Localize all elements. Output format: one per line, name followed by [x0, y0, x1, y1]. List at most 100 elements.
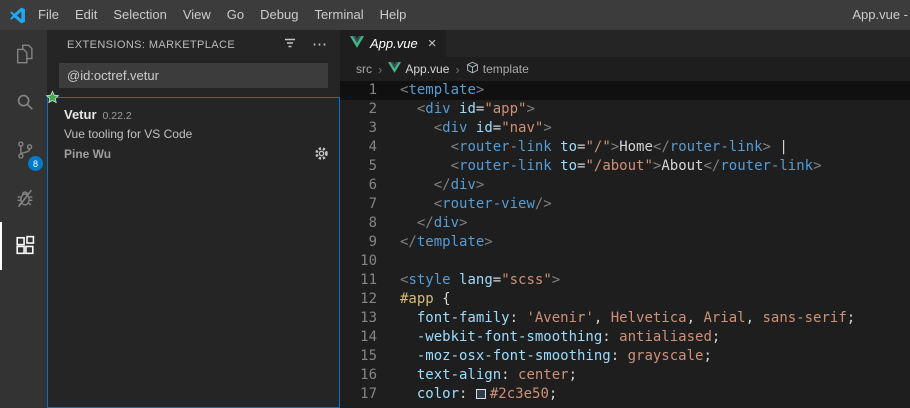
extension-item-vetur[interactable]: Vetur 0.22.2 Vue tooling for VS Code Pin… — [45, 90, 339, 170]
vscode-logo-icon — [9, 7, 26, 24]
template-symbol-icon — [466, 61, 479, 77]
line-content: <div id="nav"> — [433, 120, 552, 136]
line-number: 14 — [360, 329, 377, 345]
code-line[interactable]: 16 text-align: center; — [340, 366, 910, 385]
activity-extensions-icon[interactable] — [0, 222, 47, 270]
breadcrumb-separator: › — [378, 61, 383, 77]
clear-filter-icon[interactable] — [283, 36, 297, 55]
code-line[interactable]: 7 <router-view/> — [340, 195, 910, 214]
line-content: </div> — [416, 215, 468, 231]
line-content: #app { — [400, 291, 451, 307]
line-content: </template> — [400, 234, 493, 250]
line-number: 13 — [360, 310, 377, 326]
recommended-star-icon — [45, 90, 60, 110]
menu-bar-items: File Edit Selection View Go Debug Terminal Help — [30, 0, 414, 30]
extension-name: Vetur — [64, 107, 97, 122]
window-title: App.vue - — [852, 7, 908, 22]
line-content: <router-link to="/">Home</router-link> | — [450, 139, 788, 155]
line-content: <div id="app"> — [416, 101, 535, 117]
activity-source-control-icon[interactable]: 8 — [0, 126, 47, 174]
tab-close-icon[interactable]: × — [428, 36, 437, 51]
line-number: 5 — [368, 158, 377, 174]
extension-manage-gear-icon[interactable] — [314, 146, 329, 161]
line-content: -moz-osx-font-smoothing: grayscale; — [416, 348, 712, 364]
activity-search-icon[interactable] — [0, 78, 47, 126]
breadcrumb-folder[interactable]: src — [356, 62, 372, 76]
line-content: <router-link to="/about">About</router-l… — [450, 158, 822, 174]
activity-bar: 8 — [0, 30, 47, 408]
line-number: 15 — [360, 348, 377, 364]
extension-description: Vue tooling for VS Code — [64, 127, 193, 141]
line-number: 6 — [368, 177, 377, 193]
tab-app-vue[interactable]: App.vue × — [340, 30, 447, 57]
line-content: </div> — [433, 177, 485, 193]
line-number: 10 — [360, 253, 377, 269]
code-line[interactable]: 15 -moz-osx-font-smoothing: grayscale; — [340, 347, 910, 366]
line-number: 12 — [360, 291, 377, 307]
extensions-search-input[interactable] — [59, 63, 328, 88]
breadcrumb-symbol[interactable]: template — [466, 61, 529, 77]
title-bar: File Edit Selection View Go Debug Terminal Help… — [0, 0, 910, 30]
line-content: -webkit-font-smoothing: antialiased; — [416, 329, 721, 345]
line-content: color: #2c3e50; — [416, 386, 558, 402]
code-line[interactable]: 12 #app { — [340, 290, 910, 309]
line-number: 1 — [368, 82, 377, 98]
code-line[interactable]: 6 </div> — [340, 176, 910, 195]
code-line[interactable]: 1 <template> — [340, 81, 910, 100]
line-number: 4 — [368, 139, 377, 155]
sidebar-title: EXTENSIONS: MARKETPLACE — [67, 39, 236, 51]
line-number: 2 — [368, 101, 377, 117]
line-number: 16 — [360, 367, 377, 383]
line-number: 11 — [360, 272, 377, 288]
extensions-list: Vetur 0.22.2 Vue tooling for VS Code Pin… — [45, 90, 340, 408]
menu-item-help[interactable]: Help — [372, 0, 415, 30]
vue-logo-icon — [388, 62, 402, 76]
line-content: <template> — [400, 82, 485, 98]
line-content: text-align: center; — [416, 367, 578, 383]
tab-bar: App.vue × — [340, 30, 910, 57]
more-actions-icon[interactable]: ⋯ — [312, 37, 328, 52]
line-number: 9 — [368, 234, 377, 250]
tab-label: App.vue — [370, 36, 418, 51]
code-line[interactable]: 8 </div> — [340, 214, 910, 233]
extension-author: Pine Wu — [64, 146, 112, 161]
code-line[interactable]: 9 </template> — [340, 233, 910, 252]
extension-version: 0.22.2 — [102, 110, 132, 122]
code-line[interactable]: 13 font-family: 'Avenir', Helvetica, Ari… — [340, 309, 910, 328]
breadcrumb-file[interactable]: App.vue — [388, 62, 449, 76]
menu-item-view[interactable]: View — [175, 0, 219, 30]
menu-item-go[interactable]: Go — [219, 0, 252, 30]
breadcrumbs: src › App.vue › template — [340, 57, 910, 81]
menu-item-terminal[interactable]: Terminal — [306, 0, 371, 30]
line-number: 8 — [368, 215, 377, 231]
source-control-badge: 8 — [28, 156, 43, 171]
code-line[interactable]: 5 <router-link to="/about">About</router… — [340, 157, 910, 176]
menu-item-selection[interactable]: Selection — [105, 0, 174, 30]
line-content: <style lang="scss"> — [400, 272, 561, 288]
line-number: 3 — [368, 120, 377, 136]
code-line[interactable]: 3 <div id="nav"> — [340, 119, 910, 138]
sidebar-header: EXTENSIONS: MARKETPLACE ⋯ — [47, 30, 340, 60]
code-editor[interactable]: 1 <template> 2 <div id="app"> 3 <div id="na… — [340, 81, 910, 408]
menu-item-edit[interactable]: Edit — [67, 0, 105, 30]
vue-logo-icon — [350, 36, 364, 51]
breadcrumb-separator: › — [455, 61, 460, 77]
code-line[interactable]: 11 <style lang="scss"> — [340, 271, 910, 290]
extensions-sidebar: EXTENSIONS: MARKETPLACE ⋯ Vetur 0 — [45, 30, 340, 408]
menu-item-file[interactable]: File — [30, 0, 67, 30]
code-line[interactable]: 4 <router-link to="/">Home</router-link>… — [340, 138, 910, 157]
editor-group: App.vue × src › App.vue › template 1 <te… — [340, 30, 910, 408]
code-line[interactable]: 17 color: #2c3e50; — [340, 385, 910, 404]
activity-debug-icon[interactable] — [0, 174, 47, 222]
activity-explorer-icon[interactable] — [0, 30, 47, 78]
menu-item-debug[interactable]: Debug — [252, 0, 306, 30]
code-line[interactable]: 2 <div id="app"> — [340, 100, 910, 119]
code-line[interactable]: 14 -webkit-font-smoothing: antialiased; — [340, 328, 910, 347]
code-line[interactable]: 10 — [340, 252, 910, 271]
line-number: 7 — [368, 196, 377, 212]
line-content: <router-view/> — [433, 196, 552, 212]
color-swatch[interactable] — [475, 389, 486, 399]
line-content: font-family: 'Avenir', Helvetica, Arial,… — [416, 310, 856, 326]
workbench: 8 EXTENSIONS: MARKETPLACE ⋯ @id:octref.v… — [0, 30, 910, 408]
extensions-search — [59, 63, 328, 88]
